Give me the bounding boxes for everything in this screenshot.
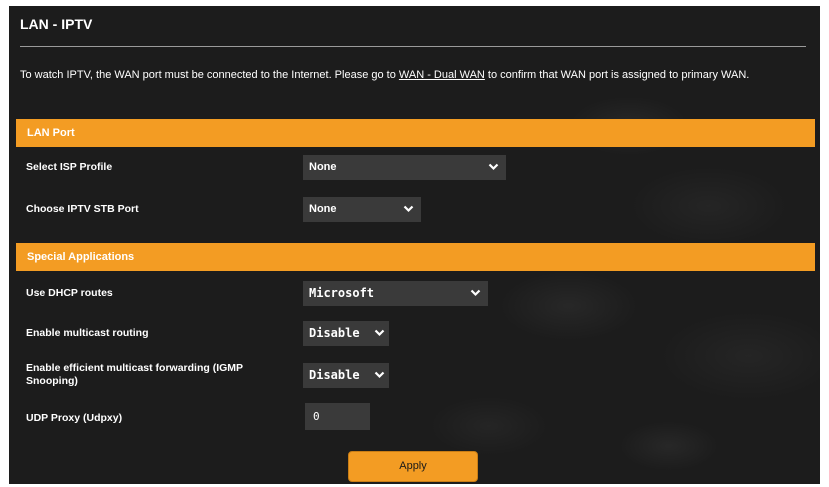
igmp-snooping-value: Disable: [309, 368, 360, 382]
chevron-down-icon: [488, 155, 500, 180]
isp-profile-value: None: [309, 161, 337, 173]
title-divider: [20, 46, 806, 47]
dhcp-routes-label: Use DHCP routes: [26, 287, 113, 299]
dhcp-routes-value: Microsoft: [309, 286, 375, 300]
udp-proxy-label: UDP Proxy (Udpxy): [26, 412, 123, 424]
special-applications-section-header: Special Applications: [16, 243, 815, 271]
multicast-routing-select[interactable]: Disable: [303, 321, 389, 346]
intro-text-before: To watch IPTV, the WAN port must be conn…: [20, 69, 399, 81]
chevron-down-icon: [374, 363, 386, 388]
apply-button[interactable]: Apply: [348, 451, 478, 482]
isp-profile-label: Select ISP Profile: [26, 161, 113, 173]
iptv-settings-panel: LAN - IPTV To watch IPTV, the WAN port m…: [9, 6, 820, 484]
wan-dual-wan-link[interactable]: WAN - Dual WAN: [399, 69, 485, 81]
stb-port-value: None: [309, 203, 337, 215]
intro-text-after: to confirm that WAN port is assigned to …: [484, 69, 750, 81]
chevron-down-icon: [403, 197, 415, 222]
chevron-down-icon: [374, 321, 386, 346]
multicast-routing-value: Disable: [309, 326, 360, 340]
multicast-routing-label: Enable multicast routing: [26, 327, 149, 339]
chevron-down-icon: [470, 281, 482, 306]
udp-proxy-input[interactable]: 0: [305, 403, 370, 430]
igmp-snooping-select[interactable]: Disable: [303, 363, 389, 388]
dhcp-routes-select[interactable]: Microsoft: [303, 281, 488, 306]
lan-port-section-header: LAN Port: [16, 119, 815, 147]
igmp-snooping-label: Enable efficient multicast forwarding (I…: [26, 362, 243, 387]
isp-profile-select[interactable]: None: [303, 155, 506, 180]
stb-port-select[interactable]: None: [303, 197, 421, 222]
intro-text: To watch IPTV, the WAN port must be conn…: [20, 64, 790, 86]
page-title: LAN - IPTV: [20, 16, 93, 32]
stb-port-label: Choose IPTV STB Port: [26, 203, 139, 215]
